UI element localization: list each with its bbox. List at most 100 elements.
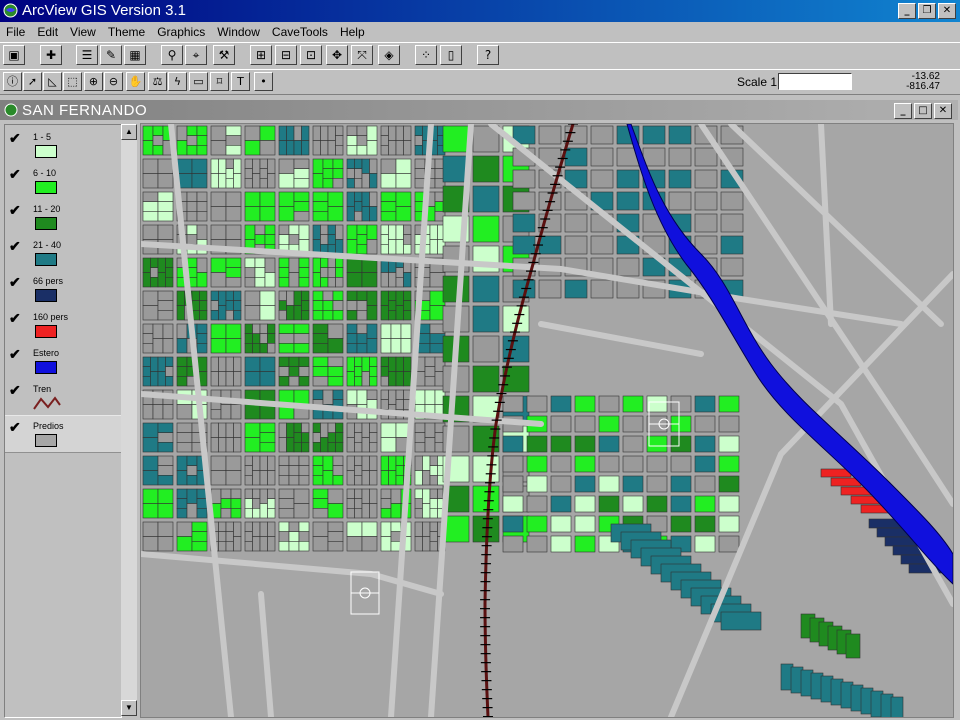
parcel xyxy=(264,234,276,245)
zoom-in-tool-icon[interactable]: ⊕ xyxy=(84,72,103,91)
theme-entry[interactable]: ✔ Tren xyxy=(5,379,121,415)
theme-entry[interactable]: ✔ 160 pers xyxy=(5,307,121,343)
measure-icon[interactable]: ⚖ xyxy=(148,72,167,91)
identify-icon[interactable]: ⓘ xyxy=(3,72,22,91)
road xyxy=(258,591,274,717)
zoom-selected-icon[interactable]: ⊡ xyxy=(300,45,322,65)
parcel xyxy=(312,310,324,321)
pointer-icon[interactable]: ➚ xyxy=(23,72,42,91)
parcel xyxy=(335,422,344,433)
parcel xyxy=(322,168,334,179)
theme-entry[interactable]: ✔ 1 - 5 xyxy=(5,127,121,163)
parcel xyxy=(380,356,389,367)
theme-visible-checkbox[interactable]: ✔ xyxy=(9,310,21,327)
parcel xyxy=(502,475,524,493)
parcel xyxy=(320,224,329,235)
parcel xyxy=(502,395,524,413)
theme-entry[interactable]: ✔ 6 - 10 xyxy=(5,163,121,199)
theme-entry[interactable]: ✔ 21 - 40 xyxy=(5,235,121,271)
view-minimize-button[interactable]: _ xyxy=(894,103,912,119)
parcel xyxy=(327,257,336,268)
theme-visible-checkbox[interactable]: ✔ xyxy=(9,130,21,147)
find-icon[interactable]: ⚲ xyxy=(161,45,183,65)
parcel xyxy=(278,310,287,321)
theme-properties-icon[interactable]: ☰ xyxy=(76,45,98,65)
close-button[interactable]: ✕ xyxy=(938,3,956,19)
theme-label: 11 - 20 xyxy=(33,204,61,214)
parcel xyxy=(278,521,290,532)
theme-entry[interactable]: ✔ 11 - 20 xyxy=(5,199,121,235)
menu-window[interactable]: Window xyxy=(211,25,266,39)
parcel xyxy=(186,475,198,486)
parcel xyxy=(356,343,368,354)
theme-visible-checkbox[interactable]: ✔ xyxy=(9,346,21,363)
theme-entry[interactable]: ✔ 66 pers xyxy=(5,271,121,307)
parcel xyxy=(346,488,355,499)
view-maximize-button[interactable]: □ xyxy=(914,103,932,119)
zoom-full-extent-icon[interactable]: ⊞ xyxy=(250,45,272,65)
parcel xyxy=(422,455,431,471)
query-builder-icon[interactable]: ⚒ xyxy=(213,45,235,65)
theme-visible-checkbox[interactable]: ✔ xyxy=(9,382,21,399)
theme-visible-checkbox[interactable]: ✔ xyxy=(9,202,21,219)
hot-link-icon[interactable]: ϟ xyxy=(168,72,187,91)
locate-address-icon[interactable]: ⌖ xyxy=(185,45,207,65)
parcel xyxy=(380,234,389,245)
menu-cavetools[interactable]: CaveTools xyxy=(266,25,334,39)
theme-visible-checkbox[interactable]: ✔ xyxy=(9,419,21,436)
parcel xyxy=(142,503,159,519)
zoom-out-icon[interactable]: ⤧ xyxy=(351,45,373,65)
area-of-interest-icon[interactable]: ▭ xyxy=(189,72,208,91)
theme-visible-checkbox[interactable]: ✔ xyxy=(9,238,21,255)
map-display[interactable] xyxy=(140,123,954,718)
scroll-up-arrow-icon[interactable]: ▲ xyxy=(121,124,137,140)
open-table-icon[interactable]: ▦ xyxy=(124,45,146,65)
select-features-icon[interactable]: ⁘ xyxy=(415,45,437,65)
zoom-active-themes-icon[interactable]: ⊟ xyxy=(275,45,297,65)
theme-visible-checkbox[interactable]: ✔ xyxy=(9,274,21,291)
parcel xyxy=(152,125,164,136)
edit-legend-icon[interactable]: ✎ xyxy=(100,45,122,65)
parcel xyxy=(230,488,242,499)
menu-view[interactable]: View xyxy=(64,25,102,39)
restore-button[interactable]: ❐ xyxy=(918,3,936,19)
menu-graphics[interactable]: Graphics xyxy=(151,25,211,39)
vertex-edit-icon[interactable]: ◺ xyxy=(43,72,62,91)
label-icon[interactable]: ⌑ xyxy=(210,72,229,91)
menu-help[interactable]: Help xyxy=(334,25,371,39)
zoom-in-icon[interactable]: ✥ xyxy=(326,45,348,65)
menu-edit[interactable]: Edit xyxy=(31,25,64,39)
theme-entry[interactable]: ✔ Estero xyxy=(5,343,121,379)
table-of-contents: ✔ 1 - 5 ✔ 6 - 10 ✔ 11 - 20 ✔ 21 - 40 ✔ 6… xyxy=(4,124,122,718)
menu-file[interactable]: File xyxy=(0,25,31,39)
select-feature-icon[interactable]: ⬚ xyxy=(63,72,82,91)
parcel xyxy=(301,140,310,156)
parcel xyxy=(346,536,363,552)
add-theme-icon[interactable]: ✚ xyxy=(40,45,62,65)
text-icon[interactable]: T xyxy=(231,72,250,91)
pan-icon[interactable]: ✋ xyxy=(126,72,145,91)
theme-entry-active[interactable]: ✔ Predios xyxy=(5,415,121,453)
view-close-button[interactable]: ✕ xyxy=(934,103,952,119)
theme-visible-checkbox[interactable]: ✔ xyxy=(9,166,21,183)
parcel xyxy=(327,191,344,207)
clear-selection-icon[interactable]: ▯ xyxy=(440,45,462,65)
parcel xyxy=(390,338,402,354)
toc-scrollbar[interactable]: ▲ ▼ xyxy=(121,124,137,716)
parcel xyxy=(196,201,208,212)
map-canvas[interactable] xyxy=(141,124,953,717)
parcel xyxy=(414,455,423,471)
scale-input[interactable] xyxy=(778,73,852,90)
scroll-down-arrow-icon[interactable]: ▼ xyxy=(121,700,137,716)
draw-point-icon[interactable]: • xyxy=(254,72,273,91)
help-icon[interactable]: ? xyxy=(477,45,499,65)
zoom-out-tool-icon[interactable]: ⊖ xyxy=(104,72,123,91)
parcel xyxy=(312,488,329,499)
minimize-button[interactable]: _ xyxy=(898,3,916,19)
zoom-previous-icon[interactable]: ◈ xyxy=(378,45,400,65)
save-icon[interactable]: ▣ xyxy=(3,45,25,65)
menu-theme[interactable]: Theme xyxy=(102,25,151,39)
parcel xyxy=(301,442,310,453)
parcel xyxy=(590,235,614,255)
parcel xyxy=(244,488,253,499)
